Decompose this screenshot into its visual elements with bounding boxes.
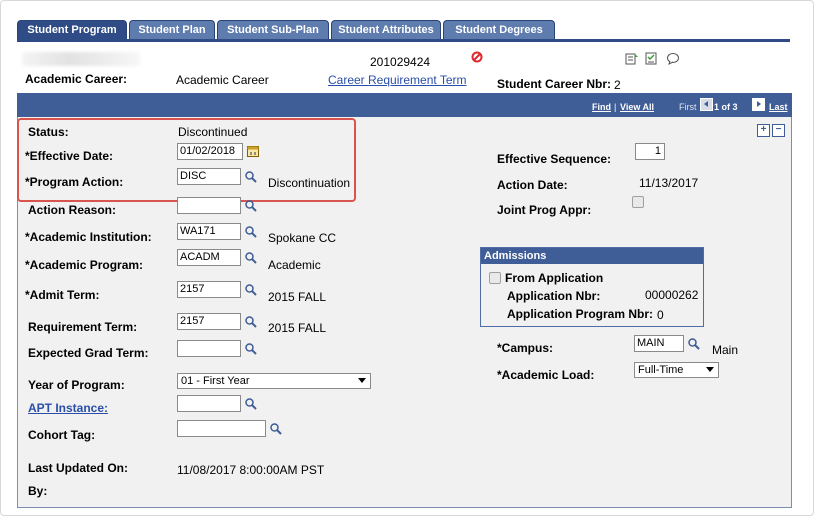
effective-sequence-label: Effective Sequence: [497,152,612,166]
expected-grad-term-label: Expected Grad Term: [28,346,149,360]
joint-prog-appr-checkbox[interactable] [632,196,644,208]
campus-lookup-icon[interactable] [687,337,701,351]
action-date-value: 11/13/2017 [639,176,699,190]
effective-sequence-field[interactable]: 1 [635,143,665,160]
requirement-term-desc: 2015 FALL [268,321,327,335]
action-reason-field[interactable] [177,197,241,214]
view-all-link[interactable]: View All [620,102,654,112]
last-updated-label: Last Updated On: [28,461,129,475]
student-career-nbr-value: 2 [614,78,621,92]
application-nbr-value: 00000262 [645,288,699,302]
nav-separator: | [614,102,617,112]
academic-program-lookup-icon[interactable] [244,251,258,265]
tab-underline [17,39,790,42]
from-application-label: From Application [505,271,604,285]
application-program-nbr-label: Application Program Nbr: [507,307,654,321]
chevron-down-icon [358,378,366,383]
expected-grad-term-lookup-icon[interactable] [244,342,258,356]
find-link[interactable]: Find [592,102,611,112]
apt-instance-field[interactable] [177,395,241,412]
admit-term-desc: 2015 FALL [268,290,327,304]
requirement-term-lookup-icon[interactable] [244,315,258,329]
apt-instance-link[interactable]: APT Instance: [28,401,108,415]
academic-program-desc: Academic [268,258,321,272]
admit-term-label: *Admit Term: [25,288,100,302]
academic-institution-label: *Academic Institution: [25,230,152,244]
academic-institution-desc: Spokane CC [268,231,337,245]
comment-icon[interactable] [666,52,680,65]
application-nbr-label: Application Nbr: [507,289,601,303]
previous-arrow-icon[interactable] [700,98,713,111]
academic-program-label: *Academic Program: [25,258,144,272]
last-updated-value: 11/08/2017 8:00:00AM PST [177,463,325,477]
chevron-down-icon [706,367,714,372]
tab-student-degrees[interactable]: Student Degrees [443,20,555,40]
highlight-box [17,118,356,202]
cohort-tag-label: Cohort Tag: [28,428,96,442]
stop-icon [471,51,483,63]
year-of-program-select[interactable]: 01 - First Year [177,373,371,389]
career-requirement-term-link[interactable]: Career Requirement Term [328,73,467,87]
requirement-term-field[interactable]: 2157 [177,313,241,330]
campus-label: *Campus: [497,341,554,355]
expected-grad-term-field[interactable] [177,340,241,357]
tab-student-program[interactable]: Student Program [17,20,127,40]
tab-student-sub-plan[interactable]: Student Sub-Plan [217,20,329,40]
campus-desc: Main [712,343,739,357]
academic-load-select[interactable]: Full-Time [634,362,719,378]
row-range: 1 of 3 [714,102,738,112]
academic-career-label: Academic Career: [25,72,128,86]
row-navigation-bar: Find | View All First 1 of 3 Last [17,93,792,117]
notes-icon[interactable] [625,52,639,65]
academic-institution-lookup-icon[interactable] [244,225,258,239]
checklist-icon[interactable] [645,52,658,65]
year-of-program-value: 01 - First Year [181,375,250,387]
admit-term-lookup-icon[interactable] [244,283,258,297]
tab-student-plan[interactable]: Student Plan [129,20,215,40]
last-link[interactable]: Last [769,102,788,112]
requirement-term-label: Requirement Term: [28,320,138,334]
academic-load-value: Full-Time [638,364,684,376]
academic-program-field[interactable]: ACADM [177,249,241,266]
updated-by-label: By: [28,484,48,498]
add-row-icon[interactable]: + [757,124,770,137]
academic-load-label: *Academic Load: [497,368,595,382]
academic-career-value: Academic Career [176,73,269,87]
tab-student-attributes[interactable]: Student Attributes [331,20,441,40]
student-id: 201029424 [370,55,431,69]
from-application-checkbox[interactable] [489,272,501,284]
academic-institution-field[interactable]: WA171 [177,223,241,240]
admit-term-field[interactable]: 2157 [177,281,241,298]
campus-field[interactable]: MAIN [634,335,684,352]
next-arrow-icon[interactable] [752,98,765,111]
application-program-nbr-value: 0 [657,308,664,322]
student-name-redacted [22,52,140,66]
admissions-title: Admissions [481,248,703,264]
cohort-tag-lookup-icon[interactable] [269,422,283,436]
year-of-program-label: Year of Program: [28,378,125,392]
action-date-label: Action Date: [497,178,568,192]
apt-instance-lookup-icon[interactable] [244,397,258,411]
action-reason-label: Action Reason: [28,203,117,217]
student-career-nbr-label: Student Career Nbr: [497,77,612,91]
first-label: First [679,102,697,112]
cohort-tag-field[interactable] [177,420,266,437]
delete-row-icon[interactable]: − [772,124,785,137]
joint-prog-appr-label: Joint Prog Appr: [497,203,592,217]
action-reason-lookup-icon[interactable] [244,199,258,213]
